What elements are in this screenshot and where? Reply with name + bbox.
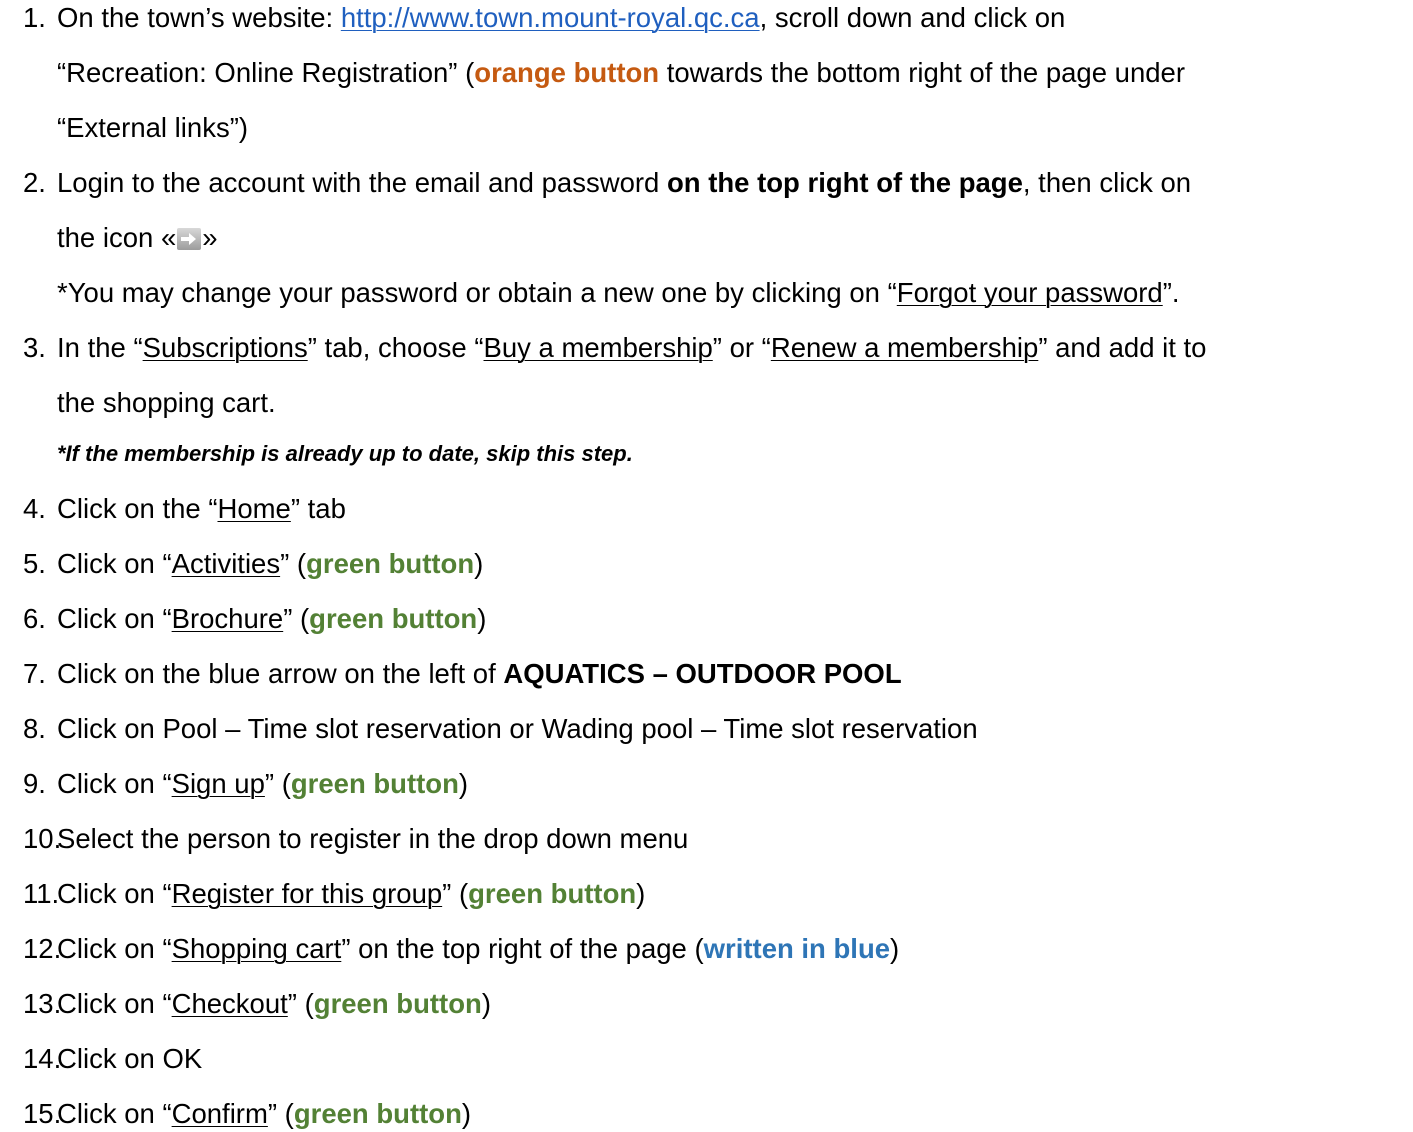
step-number: 2. — [23, 167, 46, 198]
step-number: 1. — [23, 2, 46, 33]
step-number: 6. — [23, 603, 46, 634]
step-number: 4. — [23, 493, 46, 524]
subscriptions-tab-link[interactable]: Subscriptions — [143, 332, 308, 363]
step-number: 10. — [23, 823, 62, 854]
sign-up-link[interactable]: Sign up — [172, 768, 265, 799]
green-button-label: green button — [290, 768, 459, 799]
blue-text-label: written in blue — [703, 933, 891, 964]
green-button-label: green button — [293, 1098, 462, 1129]
green-button-label: green button — [309, 603, 478, 634]
register-group-link[interactable]: Register for this group — [172, 878, 443, 909]
arrow-right-icon — [177, 228, 202, 250]
checkout-link[interactable]: Checkout — [172, 988, 288, 1019]
orange-button-label: orange button — [474, 57, 660, 88]
step-number: 13. — [23, 988, 62, 1019]
shopping-cart-link[interactable]: Shopping cart — [172, 933, 342, 964]
step-number: 15. — [23, 1098, 62, 1129]
green-button-label: green button — [468, 878, 637, 909]
step-number: 3. — [23, 332, 46, 363]
forgot-password-link[interactable]: Forgot your password — [897, 277, 1163, 308]
step-number: 12. — [23, 933, 62, 964]
home-tab-link[interactable]: Home — [217, 493, 290, 524]
activities-link[interactable]: Activities — [172, 548, 281, 579]
green-button-label: green button — [306, 548, 475, 579]
step-number: 5. — [23, 548, 46, 579]
step-number: 14. — [23, 1043, 62, 1074]
green-button-label: green button — [313, 988, 482, 1019]
brochure-link[interactable]: Brochure — [172, 603, 284, 634]
town-website-link[interactable]: http://www.town.mount-royal.qc.ca — [341, 2, 760, 33]
step-number: 7. — [23, 658, 46, 689]
renew-membership-link[interactable]: Renew a membership — [771, 332, 1038, 363]
buy-membership-link[interactable]: Buy a membership — [484, 332, 713, 363]
confirm-link[interactable]: Confirm — [172, 1098, 268, 1129]
step-number: 9. — [23, 768, 46, 799]
step-number: 8. — [23, 713, 46, 744]
step-number: 11. — [23, 878, 60, 909]
